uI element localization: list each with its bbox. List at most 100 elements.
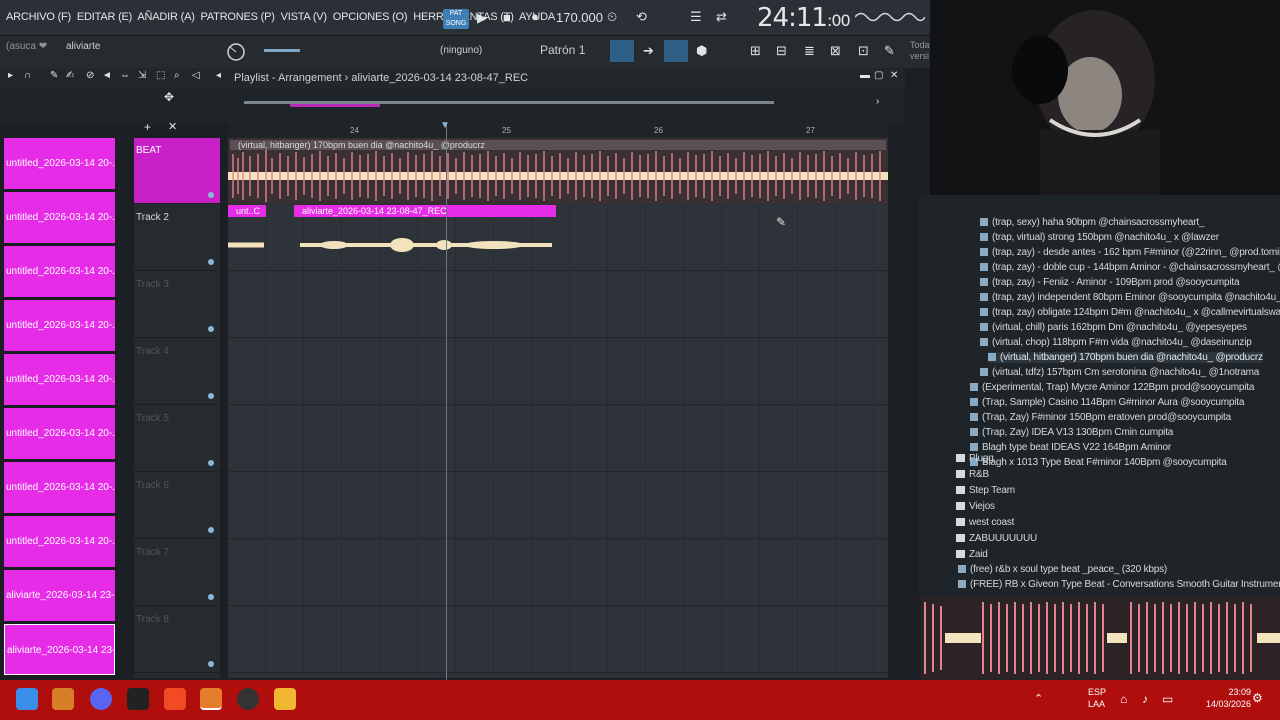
minimize-icon[interactable]: ▬ <box>860 70 870 81</box>
fl-studio-icon[interactable] <box>52 688 74 710</box>
browser-item[interactable]: (trap, zay) obligate 124bpm D#m @nachito… <box>980 307 1280 318</box>
mute-tool-icon[interactable]: ◄ <box>102 70 112 81</box>
menu-opciones[interactable]: OPCIONES (O) <box>333 11 408 23</box>
song-mode-toggle[interactable]: PAT SONG <box>443 9 469 29</box>
menu-editar[interactable]: EDITAR (E) <box>77 11 132 23</box>
sample-preview[interactable] <box>921 596 1280 680</box>
master-volume-slider[interactable] <box>264 49 300 52</box>
clip-item[interactable]: untitled_2026-03-14 20-... <box>4 246 115 297</box>
browser-item[interactable]: (virtual, chill) paris 162bpm Dm @nachit… <box>980 322 1247 333</box>
menu-patrones[interactable]: PATRONES (P) <box>201 11 275 23</box>
epic-games-icon[interactable] <box>127 688 149 710</box>
current-pattern[interactable]: Patrón 1 <box>540 43 585 57</box>
track-header[interactable]: Track 6 <box>134 473 220 539</box>
menu-anadir[interactable]: AÑADIR (A) <box>137 11 194 23</box>
browser-item[interactable]: (trap, virtual) strong 150bpm @nachito4u… <box>980 232 1219 243</box>
browser-item[interactable]: (trap, sexy) haha 90bpm @chainsacrossmyh… <box>980 217 1205 228</box>
browser-item[interactable]: (trap, zay) - doble cup - 144bpm Aminor … <box>980 262 1280 273</box>
network-icon[interactable]: ⌂ <box>1120 692 1127 706</box>
brave-icon[interactable] <box>164 688 186 710</box>
menu-arrow-icon[interactable]: ▸ <box>8 70 13 81</box>
folder-item[interactable]: Step Team <box>956 485 1015 496</box>
track-lane[interactable] <box>228 473 888 539</box>
browser-item[interactable]: (Trap, Zay) F#minor 150Bpm eratoven prod… <box>970 412 1231 423</box>
track-header[interactable]: Track 5 <box>134 406 220 472</box>
delete-tool-icon[interactable]: ⊘ <box>86 70 94 81</box>
browser-file[interactable]: (free) r&b x soul type beat _peace_ (320… <box>958 564 1167 575</box>
tempo-display[interactable]: 170.000 <box>556 10 603 25</box>
track-header[interactable]: Track 7 <box>134 540 220 606</box>
track-header-beat[interactable]: BEAT <box>134 138 220 204</box>
menu-archivo[interactable]: ARCHIVO (F) <box>6 11 71 23</box>
menu-vista[interactable]: VISTA (V) <box>281 11 327 23</box>
system-clock[interactable]: 23:09 14/03/2026 <box>1206 686 1251 710</box>
track-led[interactable] <box>208 661 214 667</box>
wait-input-icon[interactable]: ⇄ <box>716 9 727 25</box>
scroll-right-icon[interactable]: › <box>876 96 879 107</box>
step-edit-icon[interactable]: ☰ <box>690 9 702 25</box>
maximize-icon[interactable]: ▢ <box>874 70 883 81</box>
browser-item[interactable]: (trap, zay) independent 80bpm Eminor @so… <box>980 292 1280 303</box>
folder-item[interactable]: ZABUUUUUUU <box>956 533 1037 544</box>
grid-icon[interactable]: ⊡ <box>858 43 869 59</box>
zoom-tool-icon[interactable]: ⌕ <box>174 70 180 81</box>
playback-tool-icon[interactable]: ◁ <box>192 70 200 81</box>
master-pitch-knob-icon[interactable] <box>226 42 246 62</box>
playhead[interactable] <box>446 124 447 680</box>
plugin-icon[interactable]: ⬢ <box>696 43 707 59</box>
select-tool-icon[interactable]: ⬚ <box>156 70 165 81</box>
track-led[interactable] <box>208 326 214 332</box>
browser-item[interactable]: (virtual, chop) 118bpm F#m vida @nachito… <box>980 337 1252 348</box>
browser-item[interactable]: (virtual, tdfz) 157bpm Cm serotonina @na… <box>980 367 1259 378</box>
track-header[interactable]: Track 4 <box>134 339 220 405</box>
arrangement-name[interactable]: aliviarte_2026-03-14 23-08-47_REC <box>351 72 528 84</box>
clip-item[interactable]: untitled_2026-03-14 20-... <box>4 516 115 567</box>
magnet-icon[interactable]: ∩ <box>24 70 31 81</box>
track-led[interactable] <box>208 393 214 399</box>
volume-icon[interactable]: ♪ <box>1142 692 1148 706</box>
browser-item[interactable]: (Trap, Zay) IDEA V13 130Bpm Cmin cumpita <box>970 427 1173 438</box>
track-header[interactable]: Track 8 <box>134 607 220 673</box>
track-lane[interactable] <box>228 272 888 338</box>
language-indicator[interactable]: ESP LAA <box>1088 686 1106 710</box>
slice-tool-icon[interactable]: ⇲ <box>138 70 146 81</box>
discord-icon[interactable] <box>90 688 112 710</box>
slip-tool-icon[interactable]: ⇔ <box>120 70 130 81</box>
stop-icon[interactable]: ■ <box>503 10 511 25</box>
draw-tool-icon[interactable]: ✎ <box>50 70 58 81</box>
folder-item[interactable]: Zaid <box>956 549 988 560</box>
track-led[interactable] <box>208 259 214 265</box>
browser-file[interactable]: (FREE) RB x Giveon Type Beat - Conversat… <box>958 579 1280 590</box>
track-header[interactable]: Track 2 <box>134 205 220 271</box>
track-header[interactable]: Track 3 <box>134 272 220 338</box>
piano-roll-icon[interactable]: ⊟ <box>776 43 787 59</box>
track-led[interactable] <box>208 460 214 466</box>
tray-chevron-icon[interactable]: ⌃ <box>1034 692 1043 705</box>
vocal-clip-rec[interactable]: aliviarte_2026-03-14 23-08-47_REC <box>294 205 556 271</box>
folder-item[interactable]: R&B <box>956 469 989 480</box>
add-icon[interactable]: + <box>144 120 151 134</box>
browser-icon[interactable]: ⊠ <box>830 43 841 59</box>
clip-item[interactable]: untitled_2026-03-14 20-... <box>4 300 115 351</box>
track-lane[interactable] <box>228 406 888 472</box>
file-explorer-icon[interactable] <box>274 688 296 710</box>
clip-item[interactable]: untitled_2026-03-14 20-... <box>4 462 115 513</box>
clip-item[interactable]: untitled_2026-03-14 20-... <box>4 138 115 189</box>
browser-item-selected[interactable]: (virtual, hitbanger) 170bpm buen dia @na… <box>988 352 1263 363</box>
playhead-marker-icon[interactable]: ▼ <box>440 120 450 131</box>
mixer-icon[interactable]: ≣ <box>804 43 815 59</box>
metronome-icon[interactable]: ⏲ <box>607 9 617 25</box>
loop-record-icon[interactable]: ⟲ <box>636 9 647 25</box>
paint-tool-icon[interactable]: ✍ <box>66 70 74 81</box>
move-icon[interactable]: ✥ <box>164 90 174 104</box>
timeline-ruler[interactable]: 24 25 26 27 <box>228 124 888 138</box>
vocal-clip[interactable]: unt..C <box>228 205 266 271</box>
play-icon[interactable]: ▶ <box>477 10 487 26</box>
browser-item[interactable]: (Experimental, Trap) Mycre Aminor 122Bpm… <box>970 382 1254 393</box>
arrow-right-icon[interactable]: ➔ <box>643 43 654 59</box>
track-led[interactable] <box>208 594 214 600</box>
song-position-clock[interactable]: 24:11:00 <box>757 3 851 33</box>
battery-icon[interactable]: ▭ <box>1162 692 1173 706</box>
clip-item[interactable]: untitled_2026-03-14 20-... <box>4 192 115 243</box>
browser-item[interactable]: (trap, zay) - desde antes - 162 bpm F#mi… <box>980 247 1280 258</box>
